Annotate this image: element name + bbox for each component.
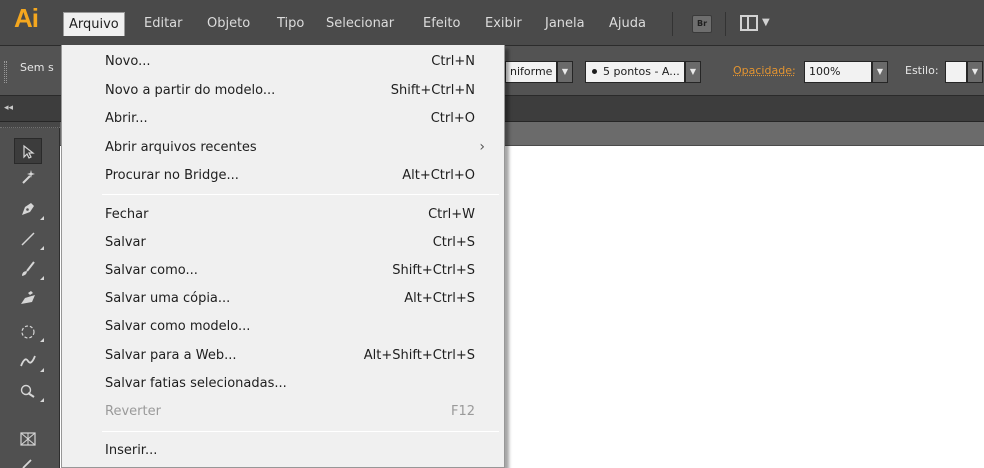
- menu-item-label: Salvar fatias selecionadas...: [105, 376, 287, 391]
- magic-wand-tool-icon[interactable]: [14, 164, 42, 190]
- shape-builder-tool-icon[interactable]: [14, 378, 44, 404]
- illustrator-window: Ai Arquivo Editar Objeto Tipo Selecionar…: [0, 0, 984, 468]
- app-logo: Ai: [14, 3, 39, 33]
- brush-dot-icon: [592, 69, 597, 74]
- menu-item-salvar-como[interactable]: Salvar como... Shift+Ctrl+S: [62, 256, 504, 285]
- menu-item-label: Abrir arquivos recentes: [105, 140, 257, 155]
- opacity-link[interactable]: Opacidade:: [733, 64, 796, 77]
- menu-item-salvar-fatias[interactable]: Salvar fatias selecionadas...: [62, 369, 504, 398]
- stroke-profile-dropdown-icon[interactable]: ▼: [557, 61, 573, 83]
- menu-item-shortcut: Alt+Ctrl+O: [402, 168, 475, 183]
- selection-status-label: Sem s: [20, 61, 54, 74]
- menu-item-procurar-bridge[interactable]: Procurar no Bridge... Alt+Ctrl+O: [62, 161, 504, 190]
- selection-tool-icon[interactable]: [14, 138, 42, 164]
- style-label: Estilo:: [905, 64, 939, 77]
- menu-item-shortcut: Ctrl+W: [428, 207, 475, 222]
- menubar-separator: [725, 12, 726, 36]
- menu-item-salvar[interactable]: Salvar Ctrl+S: [62, 228, 504, 257]
- menu-tipo[interactable]: Tipo: [272, 12, 309, 36]
- opacity-input[interactable]: 100%: [804, 61, 872, 83]
- brush-dropdown-icon[interactable]: ▼: [685, 61, 701, 83]
- menu-item-label: Salvar como modelo...: [105, 319, 251, 334]
- menu-item-shortcut: Alt+Ctrl+S: [404, 291, 475, 306]
- menu-ajuda[interactable]: Ajuda: [604, 12, 651, 36]
- bridge-icon[interactable]: Br: [692, 15, 712, 33]
- menu-objeto[interactable]: Objeto: [202, 12, 255, 36]
- eyedropper-tool-icon[interactable]: [14, 452, 42, 468]
- menu-item-label: Novo...: [105, 54, 151, 69]
- tools-panel-grip[interactable]: [0, 122, 60, 128]
- menu-item-salvar-web[interactable]: Salvar para a Web... Alt+Shift+Ctrl+S: [62, 341, 504, 370]
- menu-item-salvar-modelo[interactable]: Salvar como modelo...: [62, 312, 504, 341]
- menubar-separator: [672, 12, 673, 36]
- menu-item-label: Salvar como...: [105, 263, 198, 278]
- menu-item-label: Abrir...: [105, 111, 148, 126]
- menu-divider: [102, 194, 499, 195]
- style-swatch[interactable]: [945, 61, 967, 83]
- menu-exibir[interactable]: Exibir: [480, 12, 527, 36]
- brush-field[interactable]: 5 pontos - A...: [585, 61, 685, 83]
- menu-item-inserir[interactable]: Inserir...: [62, 436, 504, 465]
- panel-grip-icon[interactable]: [4, 61, 7, 83]
- menu-selecionar[interactable]: Selecionar: [321, 12, 399, 36]
- menu-efeito[interactable]: Efeito: [418, 12, 465, 36]
- menu-item-shortcut: Ctrl+N: [431, 54, 475, 69]
- rotate-tool-icon[interactable]: [14, 318, 44, 344]
- menu-item-reverter[interactable]: Reverter F12: [62, 397, 504, 426]
- menu-item-label: Salvar uma cópia...: [105, 291, 231, 306]
- submenu-arrow-icon: ›: [479, 139, 485, 155]
- line-tool-icon[interactable]: [14, 226, 44, 252]
- menu-janela[interactable]: Janela: [540, 12, 590, 36]
- file-menu-dropdown: Novo... Ctrl+N Novo a partir do modelo..…: [61, 45, 505, 468]
- menu-item-shortcut: Shift+Ctrl+N: [390, 83, 475, 98]
- perspective-grid-tool-icon[interactable]: [14, 426, 42, 452]
- menu-item-abrir-recentes[interactable]: Abrir arquivos recentes ›: [62, 133, 504, 162]
- menu-item-label: Procurar no Bridge...: [105, 168, 239, 183]
- menu-item-label: Novo a partir do modelo...: [105, 83, 276, 98]
- pen-tool-icon[interactable]: [14, 196, 44, 222]
- menu-divider: [102, 431, 499, 432]
- menu-item-novo-modelo[interactable]: Novo a partir do modelo... Shift+Ctrl+N: [62, 76, 504, 105]
- opacity-dropdown-icon[interactable]: ▼: [872, 61, 888, 83]
- paintbrush-tool-icon[interactable]: [14, 256, 44, 282]
- menu-item-shortcut: Ctrl+O: [430, 111, 475, 126]
- tools-panel: [0, 122, 60, 468]
- menu-item-label: Fechar: [105, 207, 149, 222]
- width-tool-icon[interactable]: [14, 348, 44, 374]
- stroke-profile-field[interactable]: niforme: [505, 61, 557, 83]
- style-dropdown-icon[interactable]: ▼: [967, 61, 983, 83]
- menu-item-salvar-copia[interactable]: Salvar uma cópia... Alt+Ctrl+S: [62, 284, 504, 313]
- menu-item-shortcut: F12: [450, 404, 475, 419]
- collapse-panels-icon[interactable]: ◂◂: [4, 103, 13, 113]
- menu-item-label: Salvar: [105, 235, 146, 250]
- menu-arquivo[interactable]: Arquivo: [63, 12, 125, 36]
- brush-label: 5 pontos - A...: [603, 65, 680, 78]
- menu-editar[interactable]: Editar: [139, 12, 188, 36]
- menu-item-label: Reverter: [105, 404, 161, 419]
- menu-item-fechar[interactable]: Fechar Ctrl+W: [62, 200, 504, 229]
- menu-item-label: Inserir...: [105, 443, 158, 458]
- menu-item-shortcut: Shift+Ctrl+S: [392, 263, 475, 278]
- menu-item-shortcut: Alt+Shift+Ctrl+S: [363, 348, 475, 363]
- workspace-switcher-icon[interactable]: ▼: [740, 14, 778, 34]
- menu-item-label: Salvar para a Web...: [105, 348, 237, 363]
- menu-item-abrir[interactable]: Abrir... Ctrl+O: [62, 104, 504, 133]
- menu-bar: Ai Arquivo Editar Objeto Tipo Selecionar…: [0, 0, 984, 46]
- blob-eraser-tool-icon[interactable]: [14, 286, 42, 312]
- menu-item-novo[interactable]: Novo... Ctrl+N: [62, 47, 504, 76]
- menu-item-shortcut: Ctrl+S: [432, 235, 475, 250]
